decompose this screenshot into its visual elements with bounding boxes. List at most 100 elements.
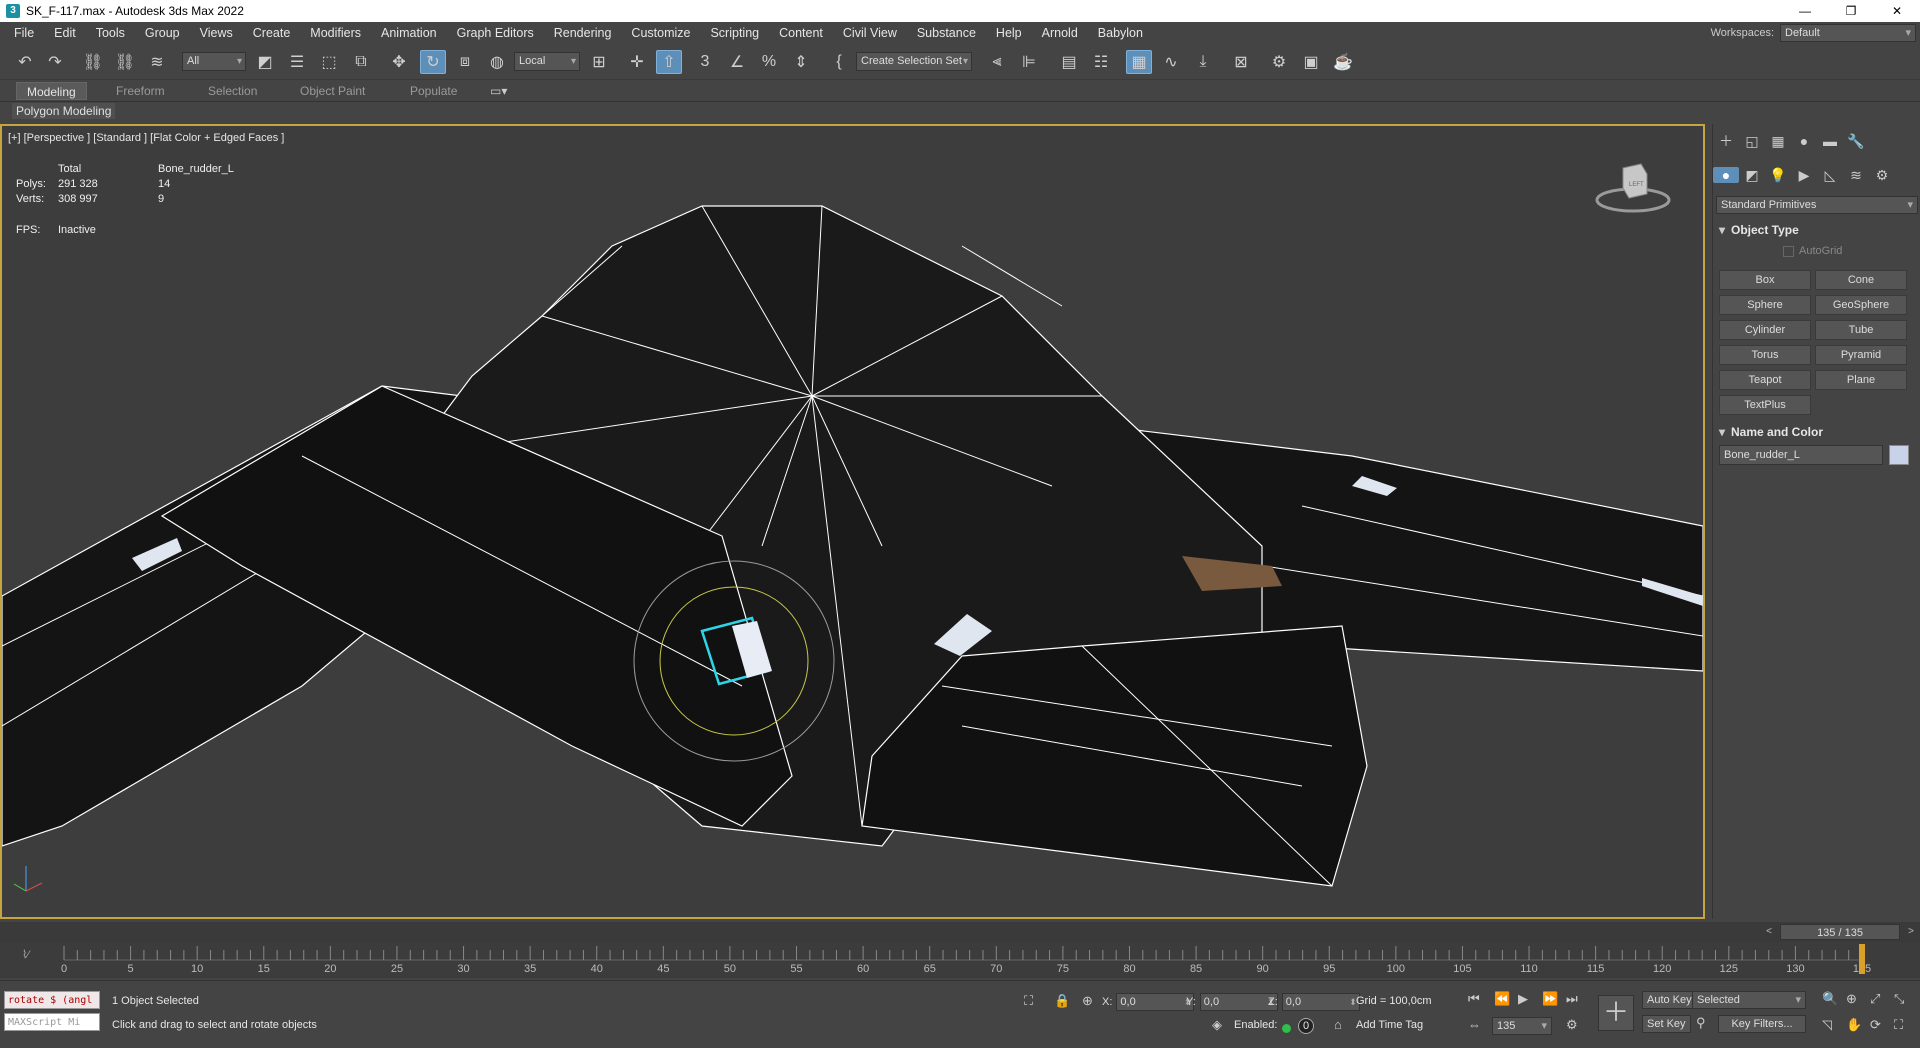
tab-populate[interactable]: Populate: [400, 82, 467, 100]
menu-scripting[interactable]: Scripting: [700, 22, 769, 44]
track-bar[interactable]: ⌇⁄ 0 5 10 15 20 25 30 35 40 45 50 55 60 65 70 75 80 85 90 9…: [0, 942, 1920, 978]
object-color-swatch[interactable]: [1889, 445, 1909, 465]
tab-selection[interactable]: Selection: [198, 82, 267, 100]
shapes-icon[interactable]: ◩: [1739, 167, 1765, 184]
maxscript-mini-listener[interactable]: MAXScript Mi: [4, 1013, 100, 1031]
layer-explorer-icon[interactable]: ☷: [1088, 50, 1114, 74]
play-icon[interactable]: ▶: [1518, 991, 1528, 1007]
zoom-icon[interactable]: 🔍: [1822, 991, 1838, 1007]
restore-button[interactable]: ❐: [1828, 0, 1874, 22]
viewcube[interactable]: LEFT: [1593, 156, 1673, 216]
material-editor-icon[interactable]: ⊠: [1228, 50, 1254, 74]
snap-3d-icon[interactable]: 3: [692, 50, 718, 74]
menu-modifiers[interactable]: Modifiers: [300, 22, 371, 44]
toggle-ribbon-icon[interactable]: ▦: [1126, 50, 1152, 74]
space-warps-icon[interactable]: ≋: [1843, 167, 1869, 184]
modify-tab-icon[interactable]: ◱: [1739, 133, 1765, 150]
motion-tab-icon[interactable]: ●: [1791, 133, 1817, 149]
next-frame-icon[interactable]: ⏩: [1542, 991, 1558, 1007]
select-object-icon[interactable]: ◩: [252, 50, 278, 74]
y-field[interactable]: 0,0: [1199, 993, 1278, 1011]
orbit-icon[interactable]: ⟳: [1870, 1017, 1881, 1033]
menu-help[interactable]: Help: [986, 22, 1032, 44]
close-button[interactable]: ✕: [1874, 0, 1920, 22]
zoom-all-icon[interactable]: ⊕: [1846, 991, 1857, 1007]
rendered-frame-icon[interactable]: ▣: [1298, 50, 1324, 74]
time-slider-thumb[interactable]: 135 / 135: [1780, 924, 1900, 940]
helpers-icon[interactable]: ◺: [1817, 167, 1843, 184]
create-tab-icon[interactable]: ＋: [1713, 131, 1739, 151]
redo-icon[interactable]: ↷: [42, 50, 68, 74]
menu-substance[interactable]: Substance: [907, 22, 986, 44]
selection-set-dropdown[interactable]: Create Selection Set: [856, 52, 972, 71]
window-crossing-icon[interactable]: ⧉: [348, 50, 374, 74]
named-selection-icon[interactable]: {: [826, 50, 852, 74]
curve-editor-icon[interactable]: ∿: [1158, 50, 1184, 74]
menu-graph-editors[interactable]: Graph Editors: [447, 22, 544, 44]
place-icon[interactable]: ◍: [484, 50, 510, 74]
systems-icon[interactable]: ⚙: [1869, 167, 1895, 184]
teapot-button[interactable]: Teapot: [1719, 370, 1811, 390]
geometry-icon[interactable]: ●: [1713, 167, 1739, 183]
selection-lock-icon[interactable]: 🔒: [1054, 993, 1070, 1009]
tab-modeling[interactable]: Modeling: [16, 82, 87, 100]
utilities-tab-icon[interactable]: 🔧: [1843, 133, 1869, 150]
menu-rendering[interactable]: Rendering: [544, 22, 622, 44]
menu-file[interactable]: File: [0, 22, 44, 44]
auto-key-button[interactable]: Auto Key: [1642, 991, 1697, 1009]
time-tag-icon[interactable]: ⌂: [1334, 1017, 1342, 1032]
menu-animation[interactable]: Animation: [371, 22, 447, 44]
zoom-extents-all-icon[interactable]: ⤡: [1894, 991, 1904, 1007]
time-configuration-icon[interactable]: ⚙: [1566, 1017, 1578, 1033]
menu-group[interactable]: Group: [135, 22, 190, 44]
scene-explorer-icon[interactable]: ▤: [1056, 50, 1082, 74]
box-button[interactable]: Box: [1719, 270, 1811, 290]
enabled-value[interactable]: 0: [1298, 1018, 1314, 1034]
field-of-view-icon[interactable]: ◹: [1822, 1017, 1832, 1033]
key-filters-button[interactable]: Key Filters...: [1718, 1015, 1806, 1033]
select-move-icon[interactable]: ✥: [386, 50, 412, 74]
z-field[interactable]: 0,0: [1281, 993, 1360, 1011]
viewport-label[interactable]: [+] [Perspective ] [Standard ] [Flat Col…: [8, 132, 284, 144]
pivot-icon[interactable]: ⊞: [586, 50, 612, 74]
menu-edit[interactable]: Edit: [44, 22, 86, 44]
pan-icon[interactable]: ✋: [1846, 1017, 1862, 1033]
next-frame-arrow[interactable]: >: [1904, 924, 1918, 940]
isolate-selection-icon[interactable]: ⛶: [1024, 993, 1033, 1009]
render-icon[interactable]: ☕: [1330, 50, 1356, 74]
key-filter-icon[interactable]: ⚲: [1696, 1015, 1706, 1031]
track-ruler[interactable]: 0 5 10 15 20 25 30 35 40 45 50 55 60 65 70 75 80 85 90 95 10…: [0, 942, 1920, 978]
textplus-button[interactable]: TextPlus: [1719, 395, 1811, 415]
add-time-tag[interactable]: Add Time Tag: [1356, 1019, 1423, 1031]
link-icon[interactable]: ⛓: [80, 50, 106, 74]
object-type-rollout[interactable]: Object Type: [1717, 220, 1915, 240]
cylinder-button[interactable]: Cylinder: [1719, 320, 1811, 340]
go-to-start-icon[interactable]: ⏮: [1468, 991, 1480, 1007]
maximize-viewport-icon[interactable]: ⛶: [1894, 1017, 1903, 1033]
autogrid-checkbox[interactable]: AutoGrid: [1783, 245, 1842, 257]
cameras-icon[interactable]: ▶: [1791, 167, 1817, 184]
unlink-icon[interactable]: ⛓: [112, 50, 138, 74]
menu-tools[interactable]: Tools: [86, 22, 135, 44]
align-icon[interactable]: ⊫: [1016, 50, 1042, 74]
menu-arnold[interactable]: Arnold: [1032, 22, 1088, 44]
mirror-icon[interactable]: ⫷: [984, 50, 1010, 74]
menu-babylon[interactable]: Babylon: [1088, 22, 1153, 44]
torus-button[interactable]: Torus: [1719, 345, 1811, 365]
reference-coord-dropdown[interactable]: Local: [514, 52, 580, 71]
tube-button[interactable]: Tube: [1815, 320, 1907, 340]
pyramid-button[interactable]: Pyramid: [1815, 345, 1907, 365]
selection-filter-dropdown[interactable]: All: [182, 52, 246, 71]
bind-space-warp-icon[interactable]: ≋: [144, 50, 170, 74]
set-key-big-icon[interactable]: ＋: [1598, 995, 1634, 1031]
sphere-button[interactable]: Sphere: [1719, 295, 1811, 315]
current-frame-field[interactable]: 135: [1492, 1017, 1552, 1035]
display-tab-icon[interactable]: ▬: [1817, 133, 1843, 149]
workspace-dropdown[interactable]: Default: [1780, 24, 1916, 42]
render-setup-icon[interactable]: ⚙: [1266, 50, 1292, 74]
spinner-snap-icon[interactable]: ⇕: [788, 50, 814, 74]
polygon-modeling-label[interactable]: Polygon Modeling: [12, 103, 116, 119]
cone-button[interactable]: Cone: [1815, 270, 1907, 290]
go-to-end-icon[interactable]: ⏭: [1566, 991, 1578, 1007]
plane-button[interactable]: Plane: [1815, 370, 1907, 390]
